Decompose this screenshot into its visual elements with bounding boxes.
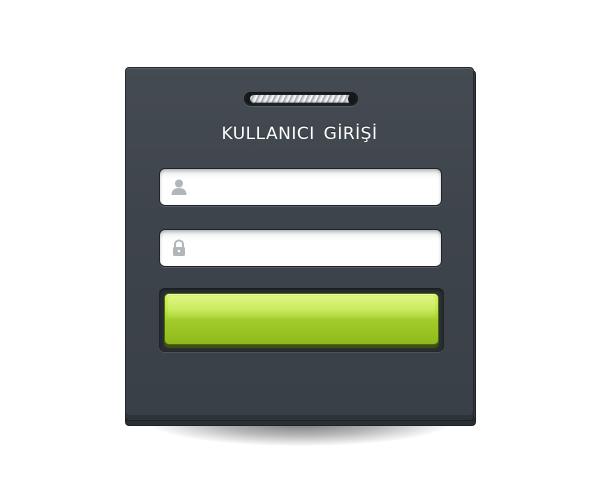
username-input[interactable] xyxy=(196,169,432,205)
login-panel: KULLANICI GİRİŞİ xyxy=(125,67,474,421)
hook-hole xyxy=(348,94,356,104)
password-input[interactable] xyxy=(196,230,432,266)
login-submit-button[interactable] xyxy=(164,293,439,345)
password-field[interactable] xyxy=(159,229,442,267)
hook-bar xyxy=(250,95,352,103)
submit-button-well xyxy=(159,288,444,352)
username-field[interactable] xyxy=(159,168,442,206)
login-title: KULLANICI GİRİŞİ xyxy=(221,124,378,144)
hanging-hook xyxy=(244,92,358,106)
login-stage: KULLANICI GİRİŞİ xyxy=(0,0,600,500)
lock-icon xyxy=(170,239,188,257)
user-icon xyxy=(170,178,188,196)
